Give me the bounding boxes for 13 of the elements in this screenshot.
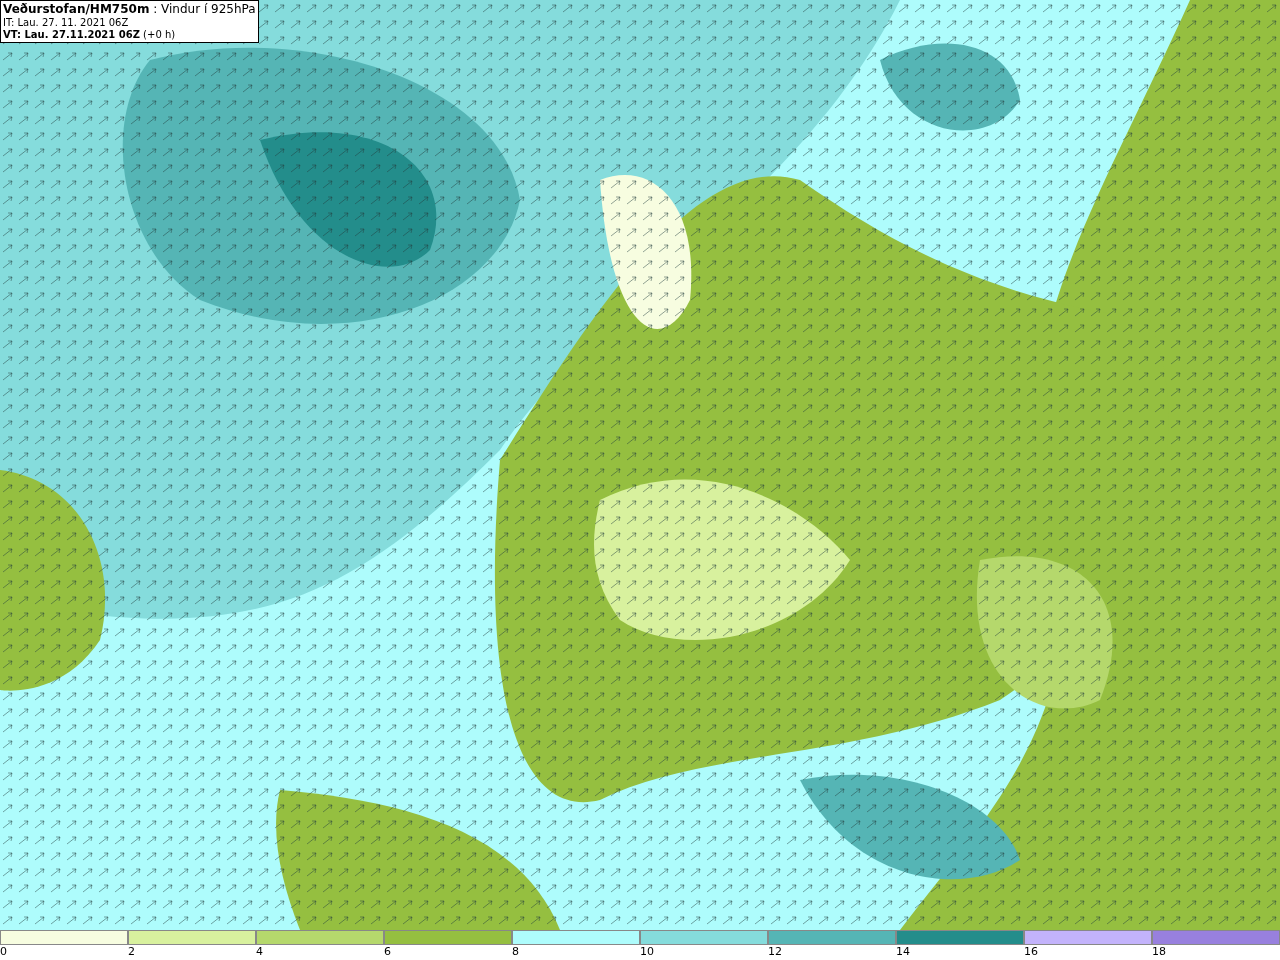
title-line: IT: Lau. 27. 11. 2021 06Z: [3, 17, 130, 29]
legend-label: 8: [512, 945, 519, 958]
legend-label: 16: [1024, 945, 1038, 958]
legend-label: 4: [256, 945, 263, 958]
legend-label: 12: [768, 945, 782, 958]
title-line: Veðurstofan/HM750m : Vindur í 925hPa: [3, 2, 256, 17]
legend-label: 14: [896, 945, 910, 958]
legend-label: 2: [128, 945, 135, 958]
legend-label: 18: [1152, 945, 1166, 958]
title-line: VT: Lau. 27.11.2021 06Z (+0 h): [3, 29, 177, 41]
legend-label: 0: [0, 945, 7, 958]
legend-label: 10: [640, 945, 654, 958]
legend-label: 6: [384, 945, 391, 958]
